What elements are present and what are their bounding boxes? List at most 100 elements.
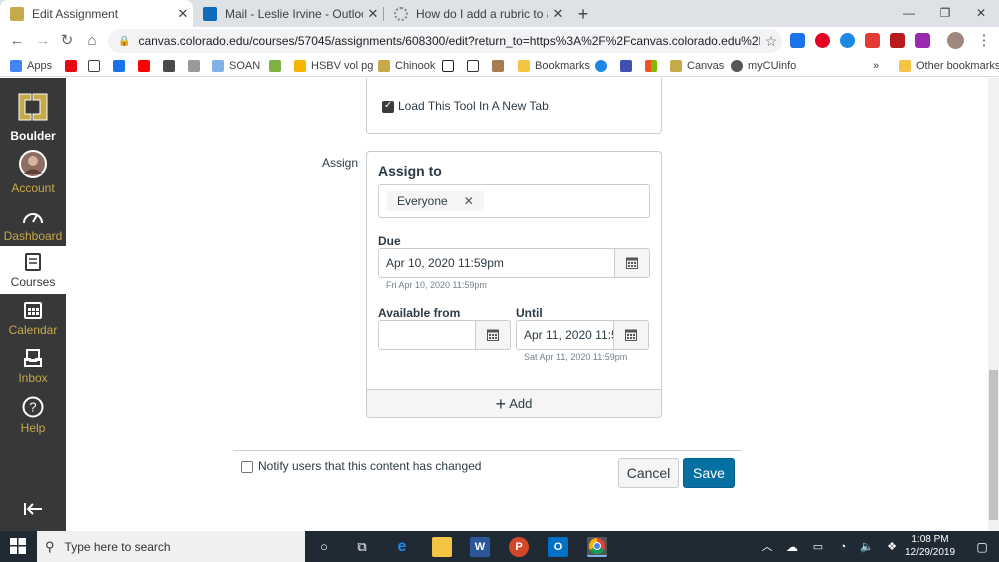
cancel-button[interactable]: Cancel [618,458,679,488]
back-arrow-icon[interactable]: ← [7,31,27,51]
nav-inbox[interactable]: Inbox [0,348,66,394]
extension-red-icon[interactable] [865,33,880,48]
bookmark-calendar[interactable] [620,58,637,74]
taskbar-search-box[interactable]: ⚲ Type here to search [37,531,305,562]
bookmark-arrow[interactable] [269,58,286,74]
notifications-icon[interactable]: ▢ [972,537,992,557]
bookmarks-overflow[interactable]: » [873,58,879,74]
bookmark-folder-bookmarks[interactable]: Bookmarks [518,58,590,74]
tab-edit-assignment[interactable]: Edit Assignment ✕ [0,0,193,27]
bookmark-apps[interactable]: Apps [10,58,52,74]
bookmark-k[interactable] [492,58,509,74]
cu-icon [670,60,682,72]
extension-blue-icon[interactable] [840,33,855,48]
load-new-tab-checkbox[interactable] [382,100,394,113]
canvas-global-nav: Boulder Account Dashboard Courses Calend… [0,78,66,531]
microsoft-icon [645,60,657,72]
available-from-calendar-button[interactable] [475,320,511,350]
reload-icon[interactable]: ↻ [57,31,77,51]
restore-window-button[interactable]: ❐ [927,0,963,27]
bookmark-chinook[interactable]: Chinook [378,58,435,74]
new-tab-button[interactable]: + [571,3,595,25]
bookmark-amazon[interactable] [442,58,459,74]
nav-account[interactable]: Account [0,150,66,200]
file-explorer-icon[interactable] [432,537,452,557]
bookmark-soan[interactable]: SOAN [212,58,260,74]
add-override-label: Add [509,396,533,411]
bookmark-nytimes[interactable] [467,58,484,74]
windows-start-icon[interactable] [10,538,26,554]
bookmark-microsoft[interactable] [645,58,662,74]
cu-boulder-logo[interactable]: Boulder [0,88,66,150]
show-hidden-icons-icon[interactable]: ︿ [757,537,777,557]
onenote-icon[interactable] [915,33,930,48]
word-icon[interactable]: W [470,537,490,557]
nav-label: Courses [10,275,56,289]
bookmark-youtube[interactable] [138,58,155,74]
task-view-icon[interactable]: ⧉ [352,537,372,557]
cortana-icon[interactable]: ○ [314,537,334,557]
acrobat-icon[interactable] [890,33,905,48]
k-icon [492,60,504,72]
bookmark-star[interactable] [595,58,612,74]
extension-arrow-icon[interactable] [790,33,805,48]
bookmark-dropbox[interactable] [113,58,130,74]
tab-rubric-help[interactable]: How do I add a rubric to an assig ✕ [384,0,568,27]
bookmark-label: Apps [27,60,53,72]
volume-icon[interactable]: 🔈 [857,537,877,557]
battery-icon[interactable]: ▭ [808,537,828,557]
bookmark-wikipedia[interactable] [88,58,105,74]
due-date-input[interactable]: Apr 10, 2020 11:59pm [378,248,615,278]
bookmark-hsbv[interactable]: HSBV vol pg [294,58,373,74]
bookmark-label: Canvas [687,60,725,72]
bookmark-nyt[interactable] [163,58,180,74]
bookmark-misc[interactable] [188,58,205,74]
remove-assignee-icon[interactable]: ✕ [464,194,474,208]
nav-calendar[interactable]: Calendar [0,300,66,346]
tab-outlook-mail[interactable]: Mail - Leslie Irvine - Outlook ✕ [193,0,383,27]
close-tab-icon[interactable]: ✕ [173,6,193,22]
collapse-nav-button[interactable] [0,502,66,522]
browser-menu-icon[interactable]: ⋮ [974,31,994,51]
home-icon[interactable]: ⌂ [82,31,102,51]
assign-section-label: Assign [322,156,359,170]
bookmark-star-icon[interactable]: ☆ [760,33,782,50]
nav-help[interactable]: ? Help [0,396,66,442]
burst-icon [595,60,607,72]
forward-arrow-icon[interactable]: → [33,31,53,51]
outlook-icon[interactable]: O [548,537,568,557]
close-tab-icon[interactable]: ✕ [363,6,383,22]
available-from-input[interactable] [378,320,476,350]
pinterest-icon[interactable] [815,33,830,48]
outlook-favicon-icon [203,6,217,21]
assign-to-input[interactable]: Everyone ✕ [378,184,650,218]
bookmark-netflix[interactable] [65,58,82,74]
until-calendar-button[interactable] [613,320,649,350]
onedrive-icon[interactable]: ☁ [782,537,802,557]
save-button[interactable]: Save [683,458,735,488]
powerpoint-icon[interactable]: P [509,537,529,557]
taskbar-clock[interactable]: 1:08 PM 12/29/2019 [900,533,960,561]
profile-avatar[interactable] [947,32,964,49]
add-override-button[interactable]: + Add [367,389,661,417]
nav-courses[interactable]: Courses [0,246,66,294]
wifi-icon[interactable]: ◔ [833,537,853,557]
scrollbar-thumb[interactable] [989,370,998,520]
minimize-window-button[interactable]: — [891,0,927,27]
bookmark-canvas[interactable]: Canvas [670,58,724,74]
chrome-icon[interactable] [587,537,607,557]
bookmark-other[interactable]: Other bookmarks [899,58,999,74]
close-tab-icon[interactable]: ✕ [548,6,568,22]
nav-label: Account [11,181,55,195]
notify-users-checkbox[interactable] [241,461,253,473]
close-window-button[interactable]: ✕ [963,0,999,27]
due-calendar-button[interactable] [614,248,650,278]
edge-browser-icon[interactable]: e [392,537,412,557]
dropbox-tray-icon[interactable]: ❖ [882,537,902,557]
bookmark-mycuinfo[interactable]: myCUinfo [731,58,796,74]
until-date-input[interactable]: Apr 11, 2020 11:59pm [516,320,614,350]
nytimes-icon [467,60,479,72]
nav-dashboard[interactable]: Dashboard [0,206,66,246]
address-bar[interactable]: 🔒 canvas.colorado.edu/courses/57045/assi… [108,29,782,53]
cu-logo-icon [18,93,48,121]
